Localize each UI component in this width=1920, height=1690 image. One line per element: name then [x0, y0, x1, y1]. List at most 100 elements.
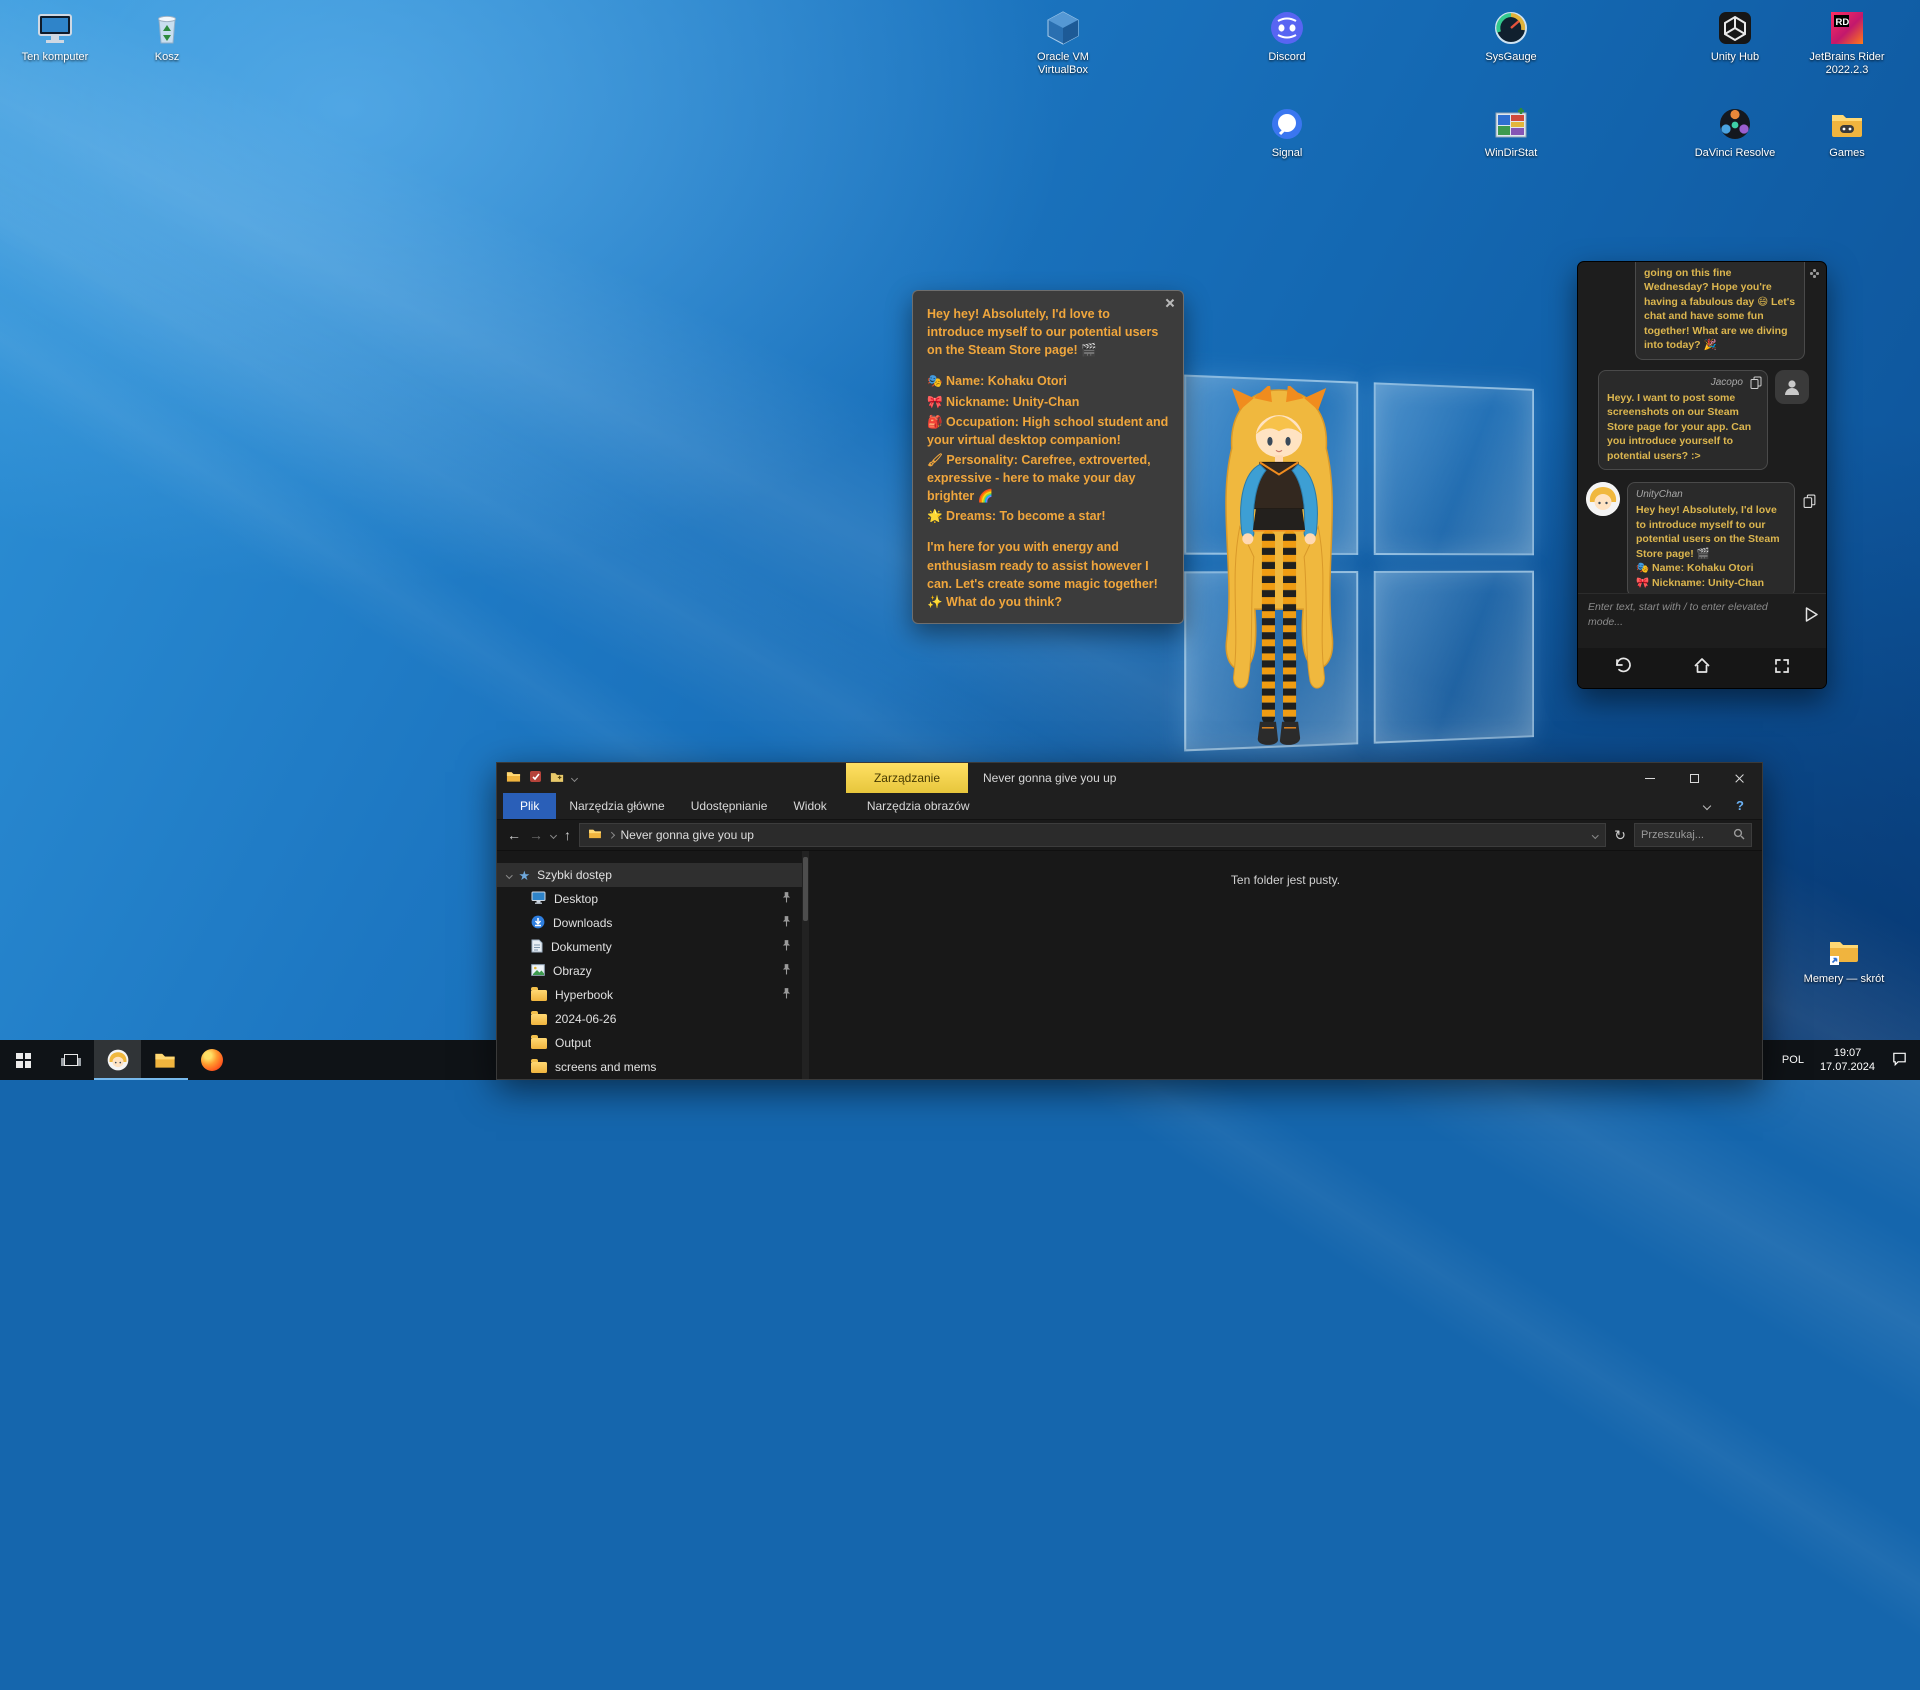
copy-icon[interactable] [1750, 376, 1762, 394]
unity-chan-app-icon [107, 1049, 129, 1071]
chat-author-name: Jacopo [1607, 377, 1743, 388]
desktop-companion-unity-chan[interactable] [1203, 386, 1355, 768]
window-title: Never gonna give you up [983, 763, 1116, 793]
system-tray: POL 19:07 17.07.2024 [1782, 1040, 1920, 1080]
sidebar-item-desktop[interactable]: Desktop [497, 887, 809, 911]
task-view-button[interactable] [47, 1040, 94, 1080]
breadcrumb[interactable]: Never gonna give you up [621, 828, 754, 842]
search-input[interactable] [1641, 829, 1729, 841]
folder-content-pane[interactable]: Ten folder jest pusty. [809, 851, 1762, 1079]
sidebar-item-quick-access[interactable]: ★ Szybki dostęp [497, 863, 809, 887]
windows-logo-pane [1374, 571, 1534, 744]
pin-icon [782, 891, 791, 907]
windirstat-icon [1491, 104, 1531, 144]
desktop-icon-unity-hub[interactable]: Unity Hub [1687, 8, 1783, 64]
address-dropdown-chevron-icon[interactable] [1592, 832, 1598, 838]
close-icon [1734, 773, 1745, 784]
sidebar-item-label: Dokumenty [551, 940, 612, 954]
qat-customize-chevron-icon[interactable] [571, 774, 578, 781]
address-bar[interactable]: Never gonna give you up [579, 823, 1606, 847]
recent-locations-chevron-icon[interactable] [550, 831, 557, 838]
forward-icon[interactable]: → [529, 828, 543, 842]
chat-input[interactable]: Enter text, start with / to enter elevat… [1578, 593, 1826, 648]
speech-line: 🎭 Name: Kohaku Otori [927, 372, 1169, 390]
explorer-body: ★ Szybki dostęp Desktop Downloads Dokume… [497, 851, 1762, 1079]
expand-chevron-icon[interactable] [506, 872, 512, 878]
desktop-icon-this-pc[interactable]: Ten komputer [7, 8, 103, 64]
taskbar-app-unity-chan[interactable] [94, 1040, 141, 1080]
pictures-icon [531, 964, 545, 979]
desktop-icon-signal[interactable]: Signal [1239, 104, 1335, 160]
minimize-icon [1645, 778, 1655, 779]
desktop-icon-memery-shortcut[interactable]: Memery — skrót [1796, 930, 1892, 986]
send-icon[interactable] [1804, 606, 1819, 627]
back-icon[interactable]: ← [507, 828, 521, 842]
window-controls [1627, 763, 1762, 793]
close-icon[interactable] [1164, 297, 1176, 309]
sidebar-scrollbar[interactable] [802, 851, 809, 1079]
tab-picture-tools[interactable]: Narzędzia obrazów [854, 793, 983, 819]
resize-icon[interactable] [1772, 656, 1792, 681]
taskbar-clock[interactable]: 19:07 17.07.2024 [1820, 1046, 1875, 1075]
desktop-icon-rider[interactable]: RD JetBrains Rider 2022.2.3 [1799, 8, 1895, 77]
home-icon[interactable] [1692, 656, 1712, 681]
maximize-button[interactable] [1672, 763, 1717, 793]
collapse-ribbon-icon[interactable] [1703, 802, 1711, 810]
explorer-titlebar[interactable]: Zarządzanie Never gonna give you up [497, 763, 1762, 793]
taskbar-app-firefox[interactable] [188, 1040, 235, 1080]
desktop-icon-davinci[interactable]: DaVinci Resolve [1687, 104, 1783, 160]
start-button[interactable] [0, 1040, 47, 1080]
manage-contextual-tab[interactable]: Zarządzanie [846, 763, 968, 793]
desktop-icon-sysgauge[interactable]: SysGauge [1463, 8, 1559, 64]
empty-folder-text: Ten folder jest pusty. [1231, 873, 1340, 887]
desktop-icon-label: Oracle VM VirtualBox [1015, 51, 1111, 77]
recycle-bin-icon [147, 8, 187, 48]
address-folder-icon [588, 828, 602, 842]
sidebar-item-label: Szybki dostęp [537, 868, 612, 882]
sidebar-item-folder[interactable]: Output [497, 1031, 809, 1055]
undo-icon[interactable] [1612, 656, 1632, 681]
sidebar-item-folder[interactable]: screens and mems [497, 1055, 809, 1079]
downloads-icon [531, 915, 545, 932]
sidebar-item-documents[interactable]: Dokumenty [497, 935, 809, 959]
sidebar-item-pictures[interactable]: Obrazy [497, 959, 809, 983]
desktop-folder-icon [531, 891, 546, 907]
quick-access-toolbar [497, 770, 577, 786]
tab-share[interactable]: Udostępnianie [678, 793, 781, 819]
tab-file[interactable]: Plik [503, 793, 556, 819]
chat-message-assistant-partial: going on this fine Wednesday? Hope you'r… [1635, 262, 1805, 360]
qat-new-folder-icon[interactable] [550, 771, 564, 786]
desktop-icon-recycle-bin[interactable]: Kosz [119, 8, 215, 64]
signal-icon [1267, 104, 1307, 144]
desktop-icon-discord[interactable]: Discord [1239, 8, 1335, 64]
search-icon[interactable] [1733, 828, 1745, 843]
close-button[interactable] [1717, 763, 1762, 793]
taskbar-app-file-explorer[interactable] [141, 1040, 188, 1080]
desktop-icon-games[interactable]: Games [1799, 104, 1895, 160]
speech-line: 🖌 Personality: Carefree, extroverted, ex… [927, 451, 1169, 505]
minimize-button[interactable] [1627, 763, 1672, 793]
sidebar-item-folder[interactable]: 2024-06-26 [497, 1007, 809, 1031]
up-icon[interactable]: ↑ [564, 828, 571, 842]
qat-properties-icon[interactable] [529, 770, 542, 786]
desktop-icon-virtualbox[interactable]: Oracle VM VirtualBox [1015, 8, 1111, 77]
chat-message-assistant: UnityChan Hey hey! Absolutely, I'd love … [1627, 482, 1795, 593]
desktop-icon-label: WinDirStat [1485, 147, 1538, 160]
search-box[interactable] [1634, 823, 1752, 847]
refresh-icon[interactable]: ↻ [1614, 828, 1626, 842]
sidebar-item-downloads[interactable]: Downloads [497, 911, 809, 935]
sidebar-item-folder[interactable]: Hyperbook [497, 983, 809, 1007]
desktop-icon-windirstat[interactable]: WinDirStat [1463, 104, 1559, 160]
sidebar-item-label: screens and mems [555, 1060, 656, 1074]
davinci-resolve-icon [1715, 104, 1755, 144]
help-button[interactable]: ? [1736, 798, 1744, 813]
chat-message-list[interactable]: going on this fine Wednesday? Hope you'r… [1578, 262, 1826, 593]
scrollbar-thumb[interactable] [803, 857, 808, 921]
chat-message-user: Jacopo Heyy. I want to post some screens… [1598, 370, 1768, 470]
language-indicator[interactable]: POL [1782, 1054, 1804, 1066]
action-center-icon[interactable] [1891, 1050, 1908, 1070]
desktop-icon-label: Ten komputer [22, 51, 89, 64]
copy-icon[interactable] [1803, 494, 1816, 513]
tab-view[interactable]: Widok [780, 793, 839, 819]
tab-home[interactable]: Narzędzia główne [556, 793, 677, 819]
